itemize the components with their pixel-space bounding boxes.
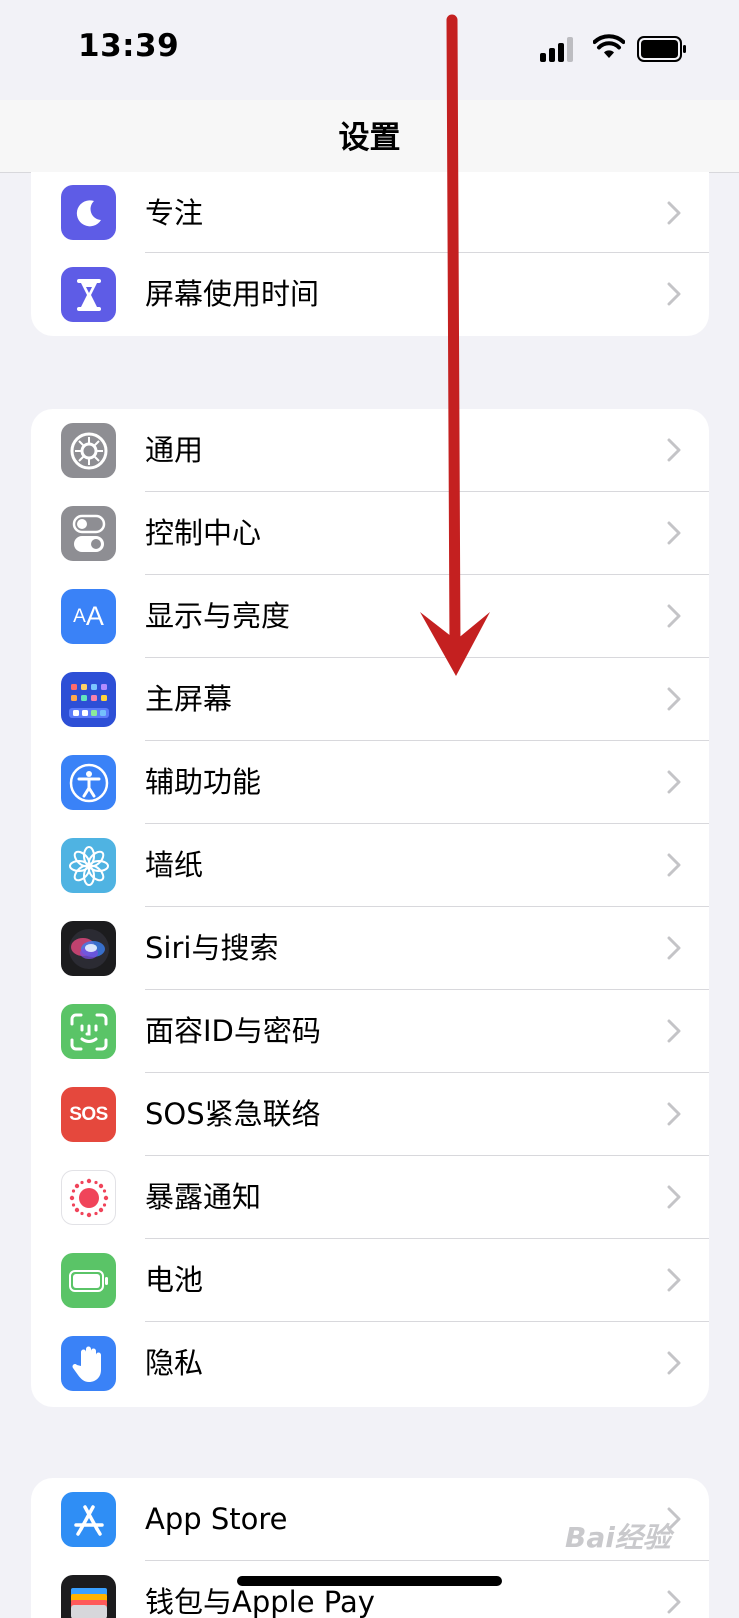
wallet-icon xyxy=(61,1575,116,1618)
chevron-right-icon xyxy=(667,1185,681,1209)
settings-row-label: 主屏幕 xyxy=(145,680,232,718)
settings-row-wallet-apple-pay[interactable]: 钱包与Apple Pay xyxy=(31,1561,709,1618)
chevron-right-icon xyxy=(667,438,681,462)
settings-row-label: 墙纸 xyxy=(145,846,203,884)
settings-row-accessibility[interactable]: 辅助功能 xyxy=(31,741,709,824)
watermark: Bai经验 xyxy=(565,1516,671,1556)
settings-row-label: 控制中心 xyxy=(145,514,261,552)
battery-status-icon xyxy=(637,36,687,62)
text-size-icon: AA xyxy=(61,589,116,644)
settings-row-label: 暴露通知 xyxy=(145,1178,261,1216)
chevron-right-icon xyxy=(667,1351,681,1375)
settings-row-control-center[interactable]: 控制中心 xyxy=(31,492,709,575)
flower-icon xyxy=(61,838,116,893)
settings-row-general[interactable]: 通用 xyxy=(31,409,709,492)
chevron-right-icon xyxy=(667,853,681,877)
accessibility-icon xyxy=(61,755,116,810)
settings-row-label: Siri与搜索 xyxy=(145,929,278,967)
cellular-signal-icon xyxy=(540,36,576,62)
settings-row-label: 专注 xyxy=(145,194,203,232)
app-store-icon xyxy=(61,1492,116,1547)
settings-group-general: 通用 控制中心 AA 显示与亮度 主屏幕 辅助功能 xyxy=(31,409,709,1407)
navigation-bar: 设置 xyxy=(0,100,739,173)
chevron-right-icon xyxy=(667,1590,681,1614)
gear-icon xyxy=(61,423,116,478)
settings-row-label: 隐私 xyxy=(145,1344,203,1382)
status-bar: 13:39 xyxy=(0,0,739,100)
chevron-right-icon xyxy=(667,604,681,628)
settings-row-label: 辅助功能 xyxy=(145,763,261,801)
settings-row-privacy[interactable]: 隐私 xyxy=(31,1322,709,1405)
face-id-icon xyxy=(61,1004,116,1059)
settings-row-screen-time[interactable]: 屏幕使用时间 xyxy=(31,253,709,336)
settings-row-label: App Store xyxy=(145,1500,288,1538)
settings-row-siri-search[interactable]: Siri与搜索 xyxy=(31,907,709,990)
settings-row-emergency-sos[interactable]: SOS SOS紧急联络 xyxy=(31,1073,709,1156)
chevron-right-icon xyxy=(667,1019,681,1043)
battery-icon xyxy=(61,1253,116,1308)
hourglass-icon xyxy=(61,267,116,322)
settings-group-focus: 专注 屏幕使用时间 xyxy=(31,172,709,336)
home-indicator[interactable] xyxy=(237,1576,502,1586)
settings-row-battery[interactable]: 电池 xyxy=(31,1239,709,1322)
chevron-right-icon xyxy=(667,1102,681,1126)
settings-row-label: 显示与亮度 xyxy=(145,597,290,635)
status-time: 13:39 xyxy=(78,28,179,64)
settings-row-label: 钱包与Apple Pay xyxy=(145,1583,375,1618)
settings-row-display-brightness[interactable]: AA 显示与亮度 xyxy=(31,575,709,658)
settings-row-label: 通用 xyxy=(145,431,203,469)
settings-row-label: 电池 xyxy=(145,1261,203,1299)
settings-row-home-screen[interactable]: 主屏幕 xyxy=(31,658,709,741)
chevron-right-icon xyxy=(667,687,681,711)
sos-icon: SOS xyxy=(61,1087,116,1142)
wifi-icon xyxy=(593,34,625,60)
chevron-right-icon xyxy=(667,770,681,794)
page-title: 设置 xyxy=(0,112,739,157)
settings-row-exposure-notifications[interactable]: 暴露通知 xyxy=(31,1156,709,1239)
chevron-right-icon xyxy=(667,1268,681,1292)
chevron-right-icon xyxy=(667,521,681,545)
settings-row-label: 屏幕使用时间 xyxy=(145,275,319,313)
chevron-right-icon xyxy=(667,282,681,306)
settings-row-label: 面容ID与密码 xyxy=(145,1012,321,1050)
hand-icon xyxy=(61,1336,116,1391)
settings-row-focus[interactable]: 专注 xyxy=(31,172,709,253)
settings-row-label: SOS紧急联络 xyxy=(145,1095,321,1133)
chevron-right-icon xyxy=(667,936,681,960)
siri-icon xyxy=(61,921,116,976)
settings-row-face-id-passcode[interactable]: 面容ID与密码 xyxy=(31,990,709,1073)
moon-icon xyxy=(61,185,116,240)
toggles-icon xyxy=(61,506,116,561)
settings-row-wallpaper[interactable]: 墙纸 xyxy=(31,824,709,907)
home-grid-icon xyxy=(61,672,116,727)
chevron-right-icon xyxy=(667,201,681,225)
exposure-icon xyxy=(61,1170,116,1225)
